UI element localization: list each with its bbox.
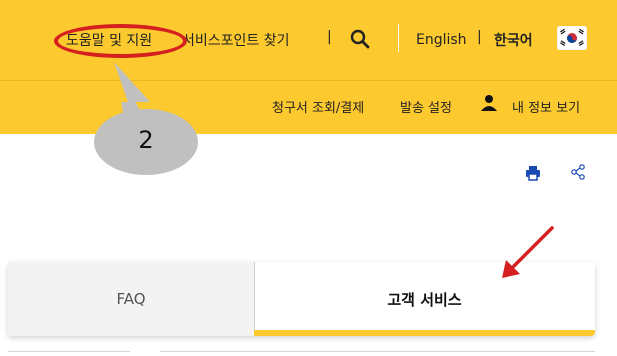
tab-faq[interactable]: FAQ [8,262,254,336]
search-button[interactable] [350,27,370,51]
tab-faq-label: FAQ [116,290,146,308]
language-separator: | [477,29,482,45]
printer-icon [526,166,540,181]
tab-customer-service-label: 고객 서비스 [387,290,462,309]
invoice-payment-link[interactable]: 청구서 조회/결제 [272,97,364,116]
share-icon [571,164,585,180]
my-info-link[interactable]: 내 정보 보기 [512,97,580,116]
separator: | [327,29,332,45]
print-button[interactable] [525,165,541,185]
find-service-point-link[interactable]: 서비스포인트 찾기 [182,28,290,52]
korea-flag-icon[interactable] [557,26,587,50]
highlight-circle [54,24,187,58]
share-button[interactable] [570,164,586,184]
divider [398,24,399,52]
language-english-link[interactable]: English [416,28,467,52]
user-icon [480,94,498,116]
active-tab-indicator [254,330,595,336]
shipping-settings-link[interactable]: 발송 설정 [400,97,452,116]
step-callout: 2 [93,65,199,178]
step-number: 2 [138,126,154,154]
content-border [8,351,130,352]
content-border [160,351,595,352]
language-korean-link[interactable]: 한국어 [494,28,533,52]
red-arrow [502,226,554,278]
search-icon [350,29,370,49]
callout-pointer [114,62,150,102]
